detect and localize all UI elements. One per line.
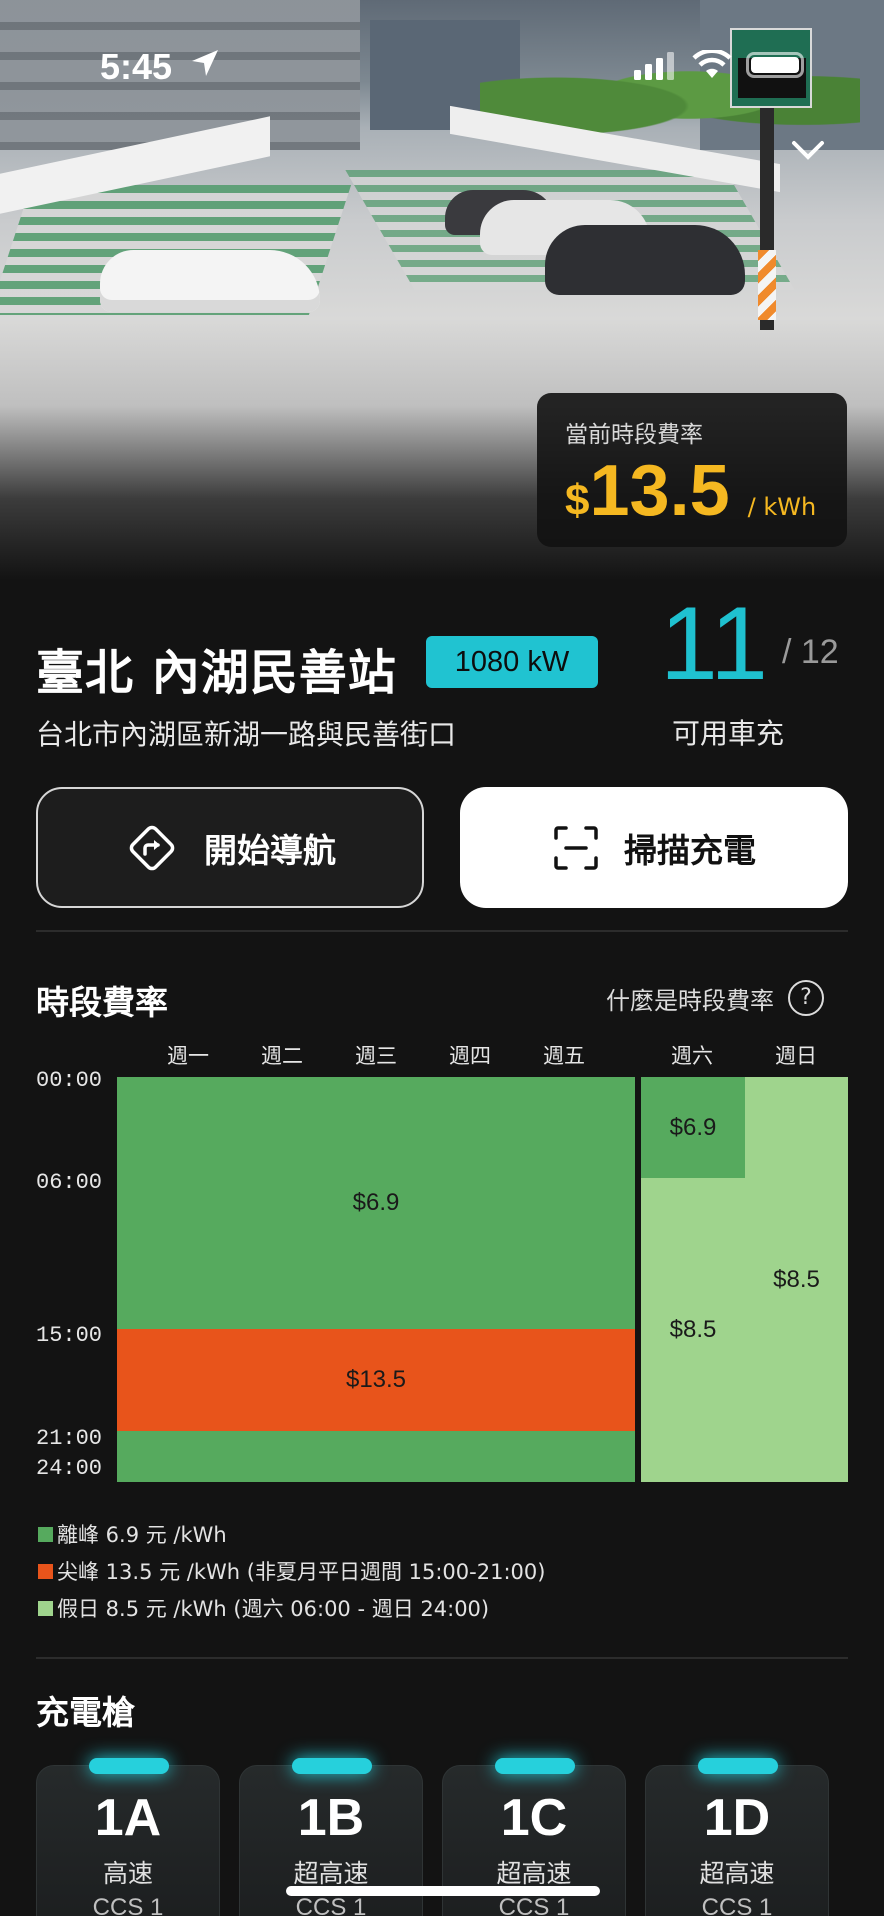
currency-symbol: $ (565, 476, 590, 525)
gun-connector: CCS 1 (701, 1894, 773, 1916)
station-name: 臺北 內湖民善站 (36, 645, 397, 701)
gun-id: 1A (94, 1789, 162, 1847)
status-glow (495, 1758, 575, 1774)
gun-connector: CCS 1 (498, 1894, 570, 1916)
time-label: 15:00 (36, 1323, 103, 1348)
guns-section-title: 充電槍 (36, 1693, 135, 1732)
available-count: 11 (660, 586, 768, 702)
current-rate-value: 13.5 (589, 451, 730, 531)
navigate-button[interactable]: 開始導航 (36, 787, 424, 908)
day-label-wed: 週三 (355, 1044, 397, 1068)
cellular-signal-icon (634, 52, 674, 80)
divider (36, 1657, 848, 1659)
current-rate-badge: 當前時段費率 $ 13.5 / kWh (537, 393, 847, 547)
rate-block-weekday-offpeak: $6.9 (117, 1077, 635, 1329)
legend-label: 假日 8.5 元 /kWh (週六 06:00 - 週日 24:00) (57, 1597, 490, 1621)
home-indicator[interactable] (286, 1886, 600, 1896)
scan-icon (554, 825, 598, 870)
time-label: 24:00 (36, 1456, 103, 1481)
time-label: 21:00 (36, 1426, 103, 1451)
scan-charge-button[interactable]: 掃描充電 (460, 787, 848, 908)
availability: 11 / 12 可用車充 (660, 586, 880, 750)
navigation-diamond-icon (129, 825, 175, 870)
gun-id: 1B (297, 1789, 365, 1847)
gun-id: 1D (703, 1789, 771, 1847)
tou-section-title: 時段費率 (36, 983, 168, 1022)
gun-connector: CCS 1 (295, 1894, 367, 1916)
time-label: 00:00 (36, 1068, 103, 1093)
legend-item-offpeak: 離峰 6.9 元 /kWh (38, 1519, 227, 1549)
rate-block-sat-offpeak: $6.9 (641, 1077, 745, 1178)
tou-help-link[interactable]: 什麼是時段費率 ? (606, 980, 824, 1016)
navigate-label: 開始導航 (204, 830, 336, 870)
rate-block-sat-holiday: $8.5 (641, 1178, 745, 1482)
gun-id: 1C (500, 1789, 568, 1847)
gun-card-1a[interactable]: 1A 高速 CCS 1 (36, 1758, 220, 1916)
available-label: 可用車充 (672, 717, 785, 750)
gun-type: 超高速 (496, 1859, 572, 1888)
chevron-down-icon[interactable] (788, 130, 828, 170)
gun-connector: CCS 1 (92, 1894, 164, 1916)
gun-type: 高速 (102, 1859, 153, 1888)
scan-label: 掃描充電 (624, 830, 756, 870)
status-glow (698, 1758, 778, 1774)
legend-swatch (38, 1563, 53, 1579)
location-arrow-icon (192, 50, 218, 76)
rate-block-sun-holiday: $8.5 (745, 1077, 848, 1482)
day-label-tue: 週二 (261, 1044, 303, 1068)
tou-help-label: 什麼是時段費率 (606, 986, 774, 1015)
status-bar: 5:45 (0, 0, 884, 130)
current-rate-unit: / kWh (747, 493, 817, 521)
help-circle-icon: ? (788, 980, 824, 1016)
divider (36, 930, 848, 932)
legend-item-peak: 尖峰 13.5 元 /kWh (非夏月平日週間 15:00-21:00) (38, 1556, 545, 1586)
legend-label: 尖峰 13.5 元 /kWh (非夏月平日週間 15:00-21:00) (57, 1560, 546, 1584)
day-label-thu: 週四 (449, 1044, 491, 1068)
day-label-sun: 週日 (775, 1044, 817, 1068)
station-address: 台北市內湖區新湖一路與民善街口 (36, 718, 457, 751)
legend-label: 離峰 6.9 元 /kWh (57, 1523, 227, 1547)
power-badge: 1080 kW (426, 636, 598, 688)
rate-block-weekday-peak: $13.5 (117, 1329, 635, 1431)
current-rate-label: 當前時段費率 (565, 422, 703, 448)
legend-swatch (38, 1526, 53, 1542)
status-glow (89, 1758, 169, 1774)
status-time: 5:45 (100, 46, 173, 87)
gun-type: 超高速 (699, 1859, 775, 1888)
legend-item-holiday: 假日 8.5 元 /kWh (週六 06:00 - 週日 24:00) (38, 1593, 489, 1623)
status-glow (292, 1758, 372, 1774)
rate-block-weekday-night (117, 1431, 635, 1482)
day-label-mon: 週一 (167, 1044, 209, 1068)
gun-card-1d[interactable]: 1D 超高速 CCS 1 (645, 1758, 829, 1916)
total-count: / 12 (781, 633, 839, 671)
legend-swatch (38, 1600, 53, 1616)
day-label-fri: 週五 (543, 1044, 585, 1068)
day-label-sat: 週六 (671, 1044, 713, 1068)
time-label: 06:00 (36, 1170, 103, 1195)
gun-type: 超高速 (293, 1859, 369, 1888)
battery-icon (746, 52, 804, 78)
wifi-icon (692, 50, 732, 78)
